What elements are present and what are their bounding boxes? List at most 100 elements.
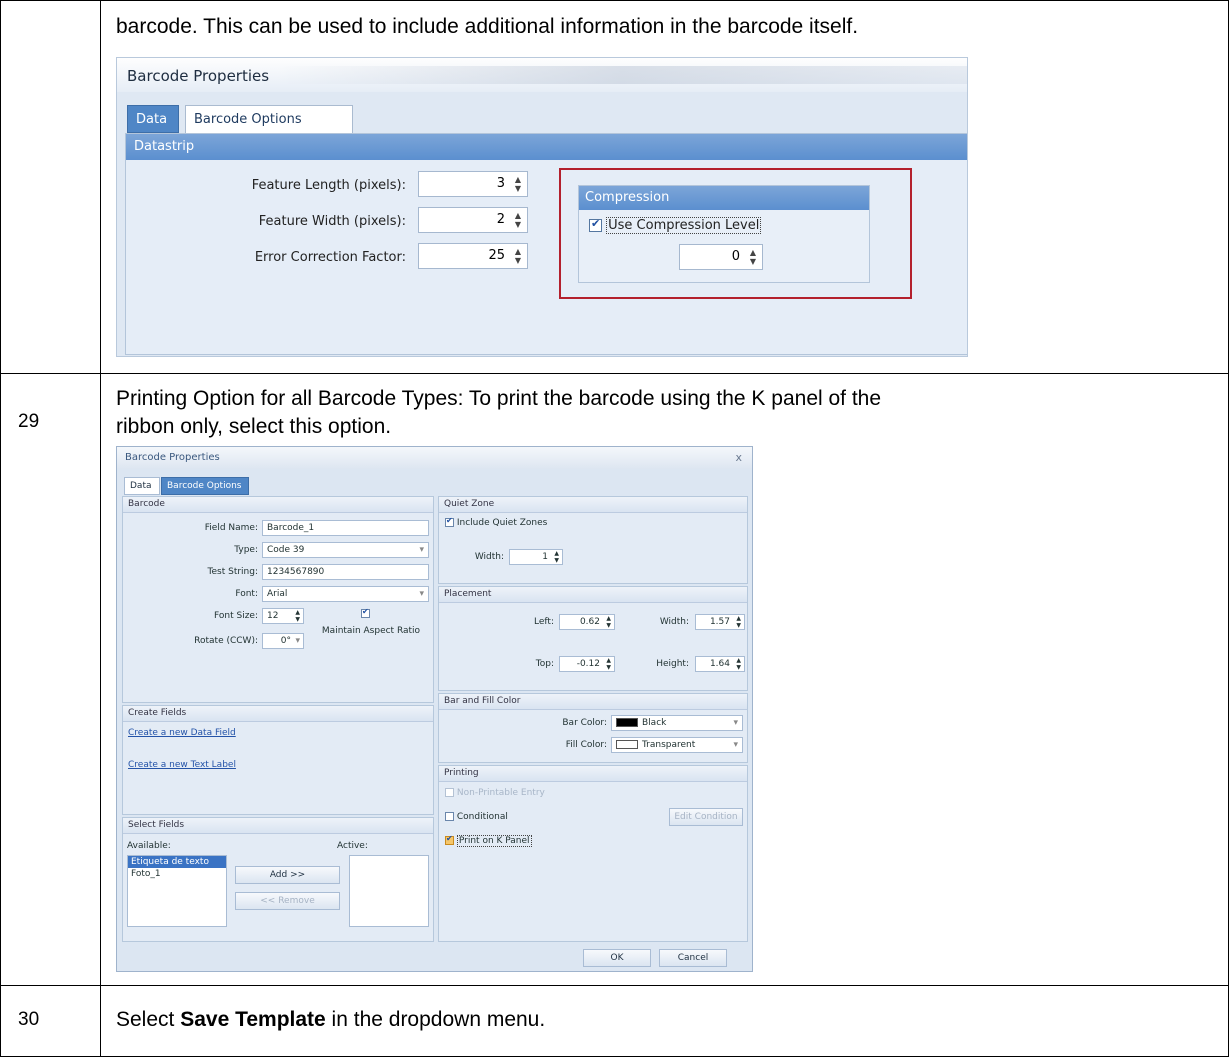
list-item[interactable]: Foto_1 (128, 868, 226, 880)
qz-width-stepper[interactable]: 1 ▲ ▼ (509, 549, 563, 565)
aspect-ratio-checkbox[interactable] (361, 607, 370, 619)
qz-width-label: Width: (474, 552, 504, 562)
rotate-select[interactable]: 0° ▾ (262, 633, 304, 649)
rotate-label: Rotate (CCW): (194, 636, 258, 646)
checkbox-checked-icon[interactable] (445, 834, 454, 845)
conditional-checkbox[interactable]: Conditional (445, 812, 508, 822)
spin-arrows-icon[interactable]: ▲ ▼ (515, 211, 521, 229)
table-border-top (0, 0, 1229, 1)
font-size-value: 12 (267, 611, 279, 621)
field-name-label: Field Name: (204, 523, 258, 533)
fill-color-select[interactable]: Transparent ▾ (611, 737, 743, 753)
non-printable-checkbox[interactable]: Non-Printable Entry (445, 788, 545, 798)
edit-condition-button[interactable]: Edit Condition (669, 808, 743, 826)
close-icon[interactable]: x (735, 451, 742, 464)
step-number: 30 (18, 1009, 40, 1030)
spin-arrows-icon[interactable]: ▲ ▼ (606, 615, 611, 629)
fill-color-label: Fill Color: (565, 740, 607, 750)
step-text-end: in the dropdown menu. (325, 1008, 546, 1031)
list-item[interactable]: Etiqueta de texto (128, 856, 226, 868)
table-border-left (0, 0, 1, 1057)
bar-color-label: Bar Color: (562, 718, 607, 728)
feature-width-stepper[interactable]: 2 ▲ ▼ (418, 207, 528, 233)
fill-color-swatch (616, 740, 638, 749)
stepper-value: 25 (488, 248, 505, 263)
step-text-start: Select (116, 1008, 181, 1031)
step-text-line1: Printing Option for all Barcode Types: T… (116, 387, 882, 410)
top-stepper[interactable]: -0.12 ▲ ▼ (559, 656, 615, 672)
width-stepper[interactable]: 1.57 ▲ ▼ (695, 614, 745, 630)
height-stepper[interactable]: 1.64 ▲ ▼ (695, 656, 745, 672)
spin-arrows-icon[interactable]: ▲ ▼ (515, 247, 521, 265)
include-quiet-zones-checkbox[interactable]: Include Quiet Zones (445, 516, 548, 528)
active-list[interactable] (349, 855, 429, 927)
chevron-down-icon[interactable]: ▾ (295, 636, 300, 646)
available-label: Available: (127, 841, 171, 851)
font-select[interactable]: Arial ▾ (262, 586, 429, 602)
create-fields-panel: Create Fields Create a new Data Field Cr… (122, 705, 434, 815)
placement-panel: Placement Left: 0.62 ▲ ▼ Width: 1.57 ▲ ▼ Top… (438, 586, 748, 691)
height-label: Height: (656, 659, 689, 669)
top-value: -0.12 (576, 659, 600, 669)
spin-arrows-icon[interactable]: ▲ ▼ (515, 175, 521, 193)
bar-color-value: Black (642, 718, 667, 728)
checkbox-checked-icon[interactable] (361, 607, 370, 618)
aspect-ratio-label: Maintain Aspect Ratio (321, 626, 421, 636)
bar-color-swatch (616, 718, 638, 727)
feature-length-stepper[interactable]: 3 ▲ ▼ (418, 171, 528, 197)
tab-barcode-options[interactable]: Barcode Options (161, 477, 249, 495)
chevron-down-icon[interactable]: ▾ (419, 545, 424, 555)
font-size-stepper[interactable]: 12 ▲ ▼ (262, 608, 304, 624)
printing-panel: Printing Non-Printable Entry Conditional… (438, 765, 748, 942)
width-value: 1.57 (709, 617, 730, 627)
dialog-title: Barcode Properties (127, 67, 270, 85)
spin-arrows-icon[interactable]: ▲ ▼ (736, 657, 741, 671)
bar-color-select[interactable]: Black ▾ (611, 715, 743, 731)
spin-arrows-icon[interactable]: ▲ ▼ (606, 657, 611, 671)
chevron-down-icon[interactable]: ▾ (733, 718, 738, 728)
checkbox-icon[interactable] (445, 812, 454, 821)
dialog-title: Barcode Properties (125, 452, 220, 463)
spin-arrows-icon[interactable]: ▲ ▼ (736, 615, 741, 629)
tab-barcode-options[interactable]: Barcode Options (185, 105, 353, 136)
test-string-input[interactable]: 1234567890 (262, 564, 429, 580)
left-value: 0.62 (579, 617, 600, 627)
print-on-k-panel-checkbox[interactable]: Print on K Panel (445, 834, 532, 847)
remove-button[interactable]: << Remove (235, 892, 340, 910)
type-label: Type: (234, 545, 258, 555)
section-header: Printing (439, 766, 747, 782)
barcode-properties-dialog: Barcode Properties x Data Barcode Option… (116, 446, 753, 972)
checkbox-icon[interactable] (445, 788, 454, 797)
ok-button[interactable]: OK (583, 949, 651, 967)
add-button[interactable]: Add >> (235, 866, 340, 884)
section-header: Create Fields (123, 706, 433, 722)
create-data-field-link[interactable]: Create a new Data Field (128, 728, 236, 738)
create-text-label-link[interactable]: Create a new Text Label (128, 760, 236, 770)
print-on-k-panel-label: Print on K Panel (456, 835, 532, 847)
tab-data[interactable]: Data (127, 105, 179, 133)
chevron-down-icon[interactable]: ▾ (733, 740, 738, 750)
type-select[interactable]: Code 39 ▾ (262, 542, 429, 558)
checkbox-checked-icon[interactable] (445, 516, 454, 527)
error-correction-label: Error Correction Factor: (254, 250, 406, 265)
tab-data[interactable]: Data (124, 477, 160, 495)
spin-arrows-icon[interactable]: ▲ ▼ (554, 550, 559, 564)
barcode-panel: Barcode Field Name: Barcode_1 Type: Code… (122, 496, 434, 703)
type-value: Code 39 (267, 545, 305, 555)
column-divider (100, 0, 101, 1057)
error-correction-stepper[interactable]: 25 ▲ ▼ (418, 243, 528, 269)
section-header: Quiet Zone (439, 497, 747, 513)
blurred-ribbon (277, 66, 967, 84)
conditional-label: Conditional (456, 812, 508, 822)
spin-arrows-icon[interactable]: ▲ ▼ (295, 609, 300, 623)
include-quiet-zones-label: Include Quiet Zones (456, 518, 548, 528)
save-template-text: Save Template (180, 1008, 326, 1031)
step-text: barcode. This can be used to include add… (116, 15, 859, 38)
dialog-titlebar: Barcode Properties (117, 447, 752, 469)
available-list[interactable]: Etiqueta de texto Foto_1 (127, 855, 227, 927)
field-name-input[interactable]: Barcode_1 (262, 520, 429, 536)
height-value: 1.64 (709, 659, 730, 669)
chevron-down-icon[interactable]: ▾ (419, 589, 424, 599)
left-stepper[interactable]: 0.62 ▲ ▼ (559, 614, 615, 630)
cancel-button[interactable]: Cancel (659, 949, 727, 967)
